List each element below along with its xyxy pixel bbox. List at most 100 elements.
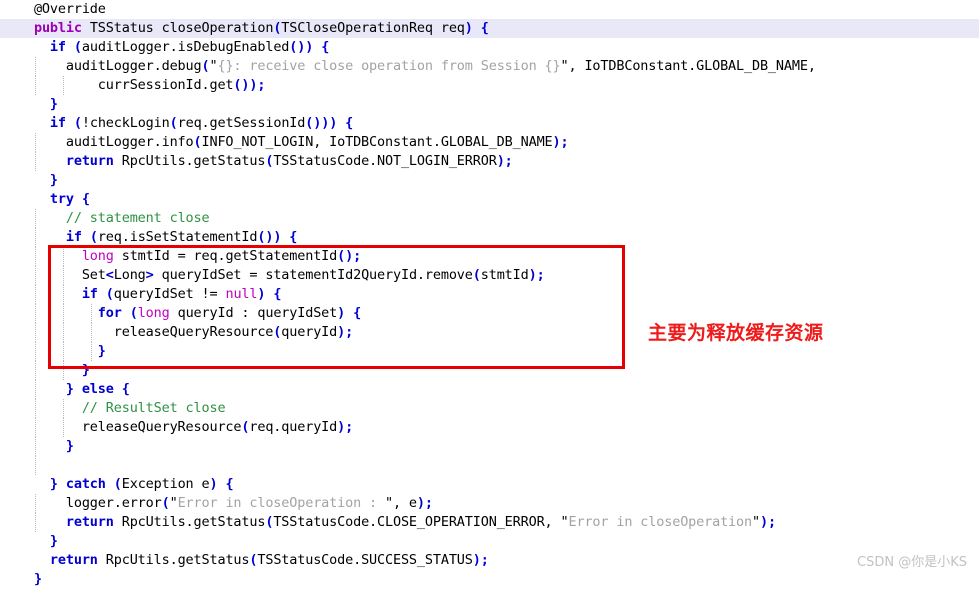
code-token-plain: stmtId xyxy=(480,267,529,283)
indent-guide xyxy=(63,399,65,418)
code-token-punct: > xyxy=(145,267,154,283)
code-token-punct: ) { xyxy=(209,476,234,492)
code-line: releaseQueryResource(queryId); xyxy=(0,323,979,342)
code-line: if (!checkLogin(req.getSessionId())) { xyxy=(0,114,979,133)
code-token-str: {}: receive close operation from Session… xyxy=(217,58,561,74)
code-token-plain: stmtId = req.getStatementId xyxy=(113,248,338,264)
code-token-plain: queryIdSet = statementId2QueryId.remove xyxy=(153,267,473,283)
indent-guide xyxy=(35,228,37,247)
code-token-kw: if xyxy=(81,286,98,302)
indent-guide xyxy=(63,285,65,304)
code-token-plain: @Override xyxy=(18,1,106,17)
code-token-plain: req.queryId xyxy=(249,419,338,435)
code-line: long stmtId = req.getStatementId(); xyxy=(0,247,979,266)
code-token-cmt: // ResultSet close xyxy=(81,400,226,416)
indent-guide xyxy=(35,76,37,95)
code-token-mod: public xyxy=(33,20,82,36)
code-token-punct: } xyxy=(18,172,58,188)
code-token-punct: } xyxy=(18,96,58,112)
annotation-text: 主要为释放缓存资源 xyxy=(648,322,824,344)
code-token-kw: if xyxy=(49,115,66,131)
code-token-punct: } xyxy=(18,571,42,587)
indent-guide xyxy=(91,342,93,361)
code-token-plain: Exception e xyxy=(121,476,210,492)
code-line: releaseQueryResource(req.queryId); xyxy=(0,418,979,437)
indent-guide xyxy=(91,304,93,323)
code-token-plain: TSStatusCode.CLOSE_OPERATION_ERROR, " xyxy=(273,514,569,530)
code-token-punct: (); xyxy=(337,248,362,264)
code-token-punct: ( xyxy=(105,286,114,302)
code-token-kw: if xyxy=(65,229,82,245)
code-token-punct: { xyxy=(81,191,90,207)
indent-guide xyxy=(35,456,37,475)
indent-guide xyxy=(35,494,37,513)
indent-guide xyxy=(35,133,37,152)
code-line: } catch (Exception e) { xyxy=(0,475,979,494)
code-token-punct: ( xyxy=(89,229,98,245)
code-token-punct: ( xyxy=(193,134,202,150)
indent-guide xyxy=(35,247,37,266)
code-token-plain: TSStatus closeOperation xyxy=(81,20,274,36)
code-token-plain: !checkLogin xyxy=(81,115,170,131)
code-token-kw: try xyxy=(49,191,74,207)
code-token-punct: ); xyxy=(416,495,433,511)
code-token-punct: ( xyxy=(472,267,481,283)
code-token-plain: ", e xyxy=(385,495,417,511)
code-line: } xyxy=(0,532,979,551)
code-token-plain: releaseQueryResource xyxy=(18,419,242,435)
code-token-plain: TSStatusCode.SUCCESS_STATUS xyxy=(257,552,473,568)
code-token-plain: req.isSetStatementId xyxy=(97,229,258,245)
code-token-plain: currSessionId.get xyxy=(18,77,234,93)
code-token-kw: for xyxy=(97,305,122,321)
indent-guide xyxy=(63,247,65,266)
code-token-str: Error in closeOperation : xyxy=(177,495,385,511)
code-token-punct: ( xyxy=(73,115,82,131)
code-line: Set<Long> queryIdSet = statementId2Query… xyxy=(0,266,979,285)
code-token-plain: RpcUtils.getStatus xyxy=(97,552,250,568)
indent-guide xyxy=(63,361,65,380)
code-token-plain: queryId : queryIdSet xyxy=(169,305,338,321)
code-token-punct: } xyxy=(18,362,90,378)
indent-guide xyxy=(63,304,65,323)
code-token-punct: < xyxy=(105,267,114,283)
code-token-cmt: // statement close xyxy=(65,210,210,226)
code-token-kw: return xyxy=(65,514,114,530)
code-token-plain: RpcUtils.getStatus xyxy=(113,514,266,530)
indent-guide xyxy=(35,361,37,380)
indent-guide xyxy=(63,418,65,437)
code-token-punct: ())) { xyxy=(305,115,354,131)
code-token-plain: " xyxy=(169,495,178,511)
indent-guide xyxy=(35,209,37,228)
code-token-punct: ( xyxy=(161,495,170,511)
code-token-punct: ( xyxy=(113,476,122,492)
code-line: for (long queryId : queryIdSet) { xyxy=(0,304,979,323)
code-line: } xyxy=(0,437,979,456)
code-token-type: long xyxy=(137,305,170,321)
code-line: auditLogger.info(INFO_NOT_LOGIN, IoTDBCo… xyxy=(0,133,979,152)
code-token-plain: " xyxy=(752,514,760,530)
indent-guide xyxy=(35,342,37,361)
code-line xyxy=(0,456,979,475)
code-token-punct: ()) { xyxy=(257,229,298,245)
indent-guide xyxy=(63,266,65,285)
code-token-punct: ) { xyxy=(464,20,489,36)
code-token-punct: ( xyxy=(73,39,82,55)
code-token-type: long xyxy=(81,248,114,264)
indent-guide xyxy=(35,323,37,342)
code-token-plain: queryIdSet != xyxy=(113,286,226,302)
code-token-punct: } xyxy=(18,533,58,549)
code-line: } xyxy=(0,570,979,589)
